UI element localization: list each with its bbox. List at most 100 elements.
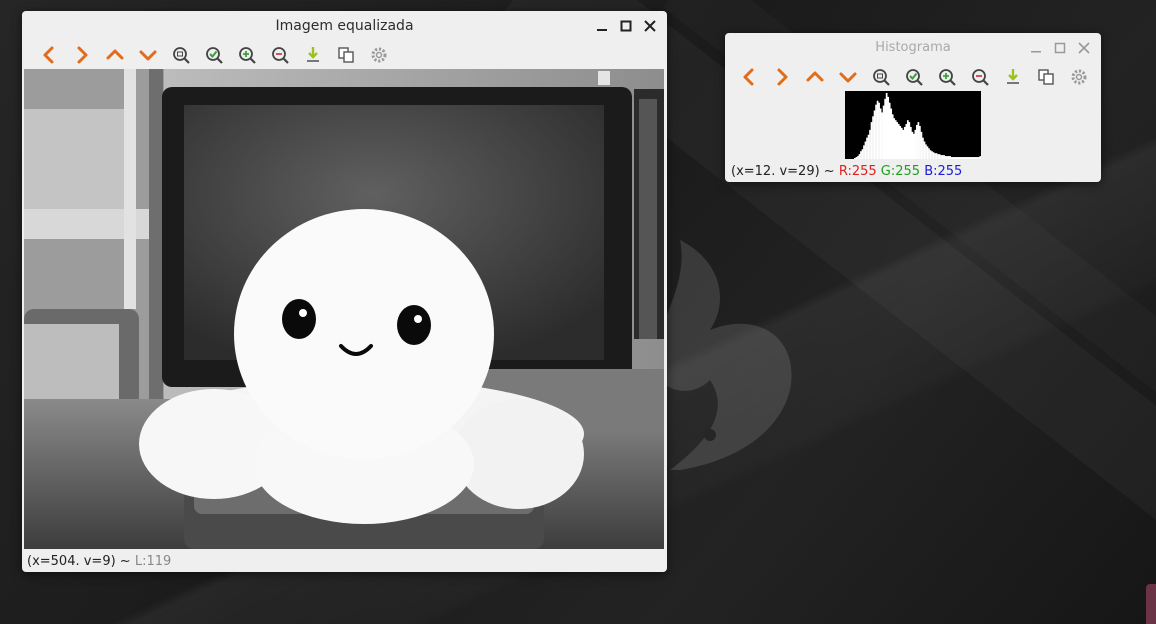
histogram-bar — [864, 141, 867, 159]
histogram-bar — [950, 157, 953, 159]
histogram-bar — [887, 96, 890, 159]
arrow-right-icon — [77, 46, 87, 64]
histogram-bar — [888, 102, 891, 159]
histogram-close-button[interactable] — [1075, 39, 1093, 57]
histogram-bar — [861, 149, 864, 159]
histogram-bar — [902, 129, 905, 159]
title-bar[interactable]: Imagem equalizada — [22, 11, 667, 41]
close-button[interactable] — [641, 17, 659, 35]
histogram-bar — [968, 157, 971, 159]
histogram-bar — [900, 127, 903, 159]
histogram-bar — [920, 131, 923, 159]
histogram-bar — [979, 156, 981, 159]
next-button[interactable] — [65, 42, 98, 68]
histogram-bar — [866, 137, 868, 159]
save-button[interactable] — [996, 64, 1029, 90]
image-toolbar — [22, 41, 667, 69]
minimize-button[interactable] — [593, 17, 611, 35]
image-canvas[interactable] — [24, 69, 664, 549]
up-button[interactable] — [98, 42, 131, 68]
down-button[interactable] — [831, 64, 864, 90]
zoom-reset-button[interactable] — [197, 42, 230, 68]
copy-button[interactable] — [329, 42, 362, 68]
histogram-bar — [977, 157, 980, 159]
up-button[interactable] — [798, 64, 831, 90]
histogram-bar — [893, 118, 896, 159]
histogram-bar — [914, 129, 917, 159]
previous-button[interactable] — [732, 64, 765, 90]
down-button[interactable] — [131, 42, 164, 68]
histogram-bar — [917, 122, 920, 159]
histogram-maximize-button[interactable] — [1051, 39, 1069, 57]
histogram-plot — [854, 93, 981, 159]
settings-button[interactable] — [1062, 64, 1095, 90]
red-value: R:255 — [838, 164, 877, 179]
zoom-fit-button[interactable] — [164, 42, 197, 68]
histogram-bar — [967, 157, 970, 159]
histogram-bar — [958, 157, 961, 159]
histogram-bar — [964, 157, 967, 159]
pixel-luminance: L:119 — [134, 554, 172, 569]
arrow-up-icon — [806, 71, 823, 82]
minimize-icon — [597, 29, 607, 31]
corner-accent — [1146, 584, 1156, 624]
previous-button[interactable] — [32, 42, 65, 68]
maximize-icon — [620, 20, 632, 32]
histogram-bar — [925, 144, 927, 159]
histogram-bar — [919, 126, 921, 159]
green-value: G:255 — [880, 164, 921, 179]
settings-icon — [371, 47, 386, 63]
zoom-fit-icon — [172, 47, 190, 64]
histogram-bar — [896, 122, 899, 159]
cursor-coordinates: (x=504. v=9) ~ — [27, 554, 135, 569]
histogram-bar — [913, 133, 915, 159]
histogram-bar — [876, 100, 879, 159]
copy-icon — [1037, 69, 1054, 85]
histogram-bar — [890, 108, 893, 159]
image-status-bar: (x=504. v=9) ~ L:119 — [27, 554, 171, 569]
histogram-bar — [875, 104, 877, 159]
histogram-canvas[interactable] — [845, 91, 981, 159]
blue-value: B:255 — [924, 164, 963, 179]
histogram-bar — [956, 157, 959, 159]
histogram-minimize-button[interactable] — [1027, 39, 1045, 57]
zoom-out-button[interactable] — [263, 42, 296, 68]
zoom-out-button[interactable] — [963, 64, 996, 90]
save-button[interactable] — [296, 42, 329, 68]
zoom-fit-icon — [872, 69, 890, 86]
zoom-fit-button[interactable] — [864, 64, 897, 90]
histogram-window[interactable]: Histograma (x=12. v=29) ~ R:255 G:255 B:… — [725, 33, 1101, 182]
maximize-button[interactable] — [617, 17, 635, 35]
copy-button[interactable] — [1029, 64, 1062, 90]
window-title: Imagem equalizada — [275, 18, 414, 34]
arrow-up-icon — [106, 49, 123, 60]
zoom-in-button[interactable] — [230, 42, 263, 68]
histogram-bar — [926, 146, 929, 159]
histogram-bar — [879, 108, 882, 159]
histogram-bar — [952, 157, 954, 159]
image-window[interactable]: Imagem equalizada (x=504. v=9) ~ L:119 — [22, 11, 667, 572]
histogram-bar — [949, 156, 951, 159]
zoom-reset-button[interactable] — [897, 64, 930, 90]
histogram-bar — [941, 155, 944, 159]
histogram-bar — [935, 153, 938, 159]
histogram-bar — [881, 112, 883, 159]
copy-icon — [337, 47, 354, 63]
zoom-in-button[interactable] — [930, 64, 963, 90]
arrow-down-icon — [139, 50, 156, 61]
histogram-bar — [931, 151, 933, 159]
histogram-bar — [974, 157, 977, 159]
histogram-bar — [976, 157, 979, 159]
histogram-bar — [873, 110, 876, 159]
settings-button[interactable] — [362, 42, 395, 68]
arrow-right-icon — [777, 68, 787, 86]
next-button[interactable] — [765, 64, 798, 90]
histogram-bar — [863, 145, 865, 159]
histogram-bar — [878, 102, 880, 159]
histogram-bar — [929, 150, 932, 159]
histogram-title-bar[interactable]: Histograma — [725, 33, 1101, 63]
histogram-bar — [944, 156, 947, 159]
histogram-bar — [943, 155, 945, 159]
histogram-bar — [869, 129, 871, 159]
histogram-bar — [872, 116, 874, 159]
